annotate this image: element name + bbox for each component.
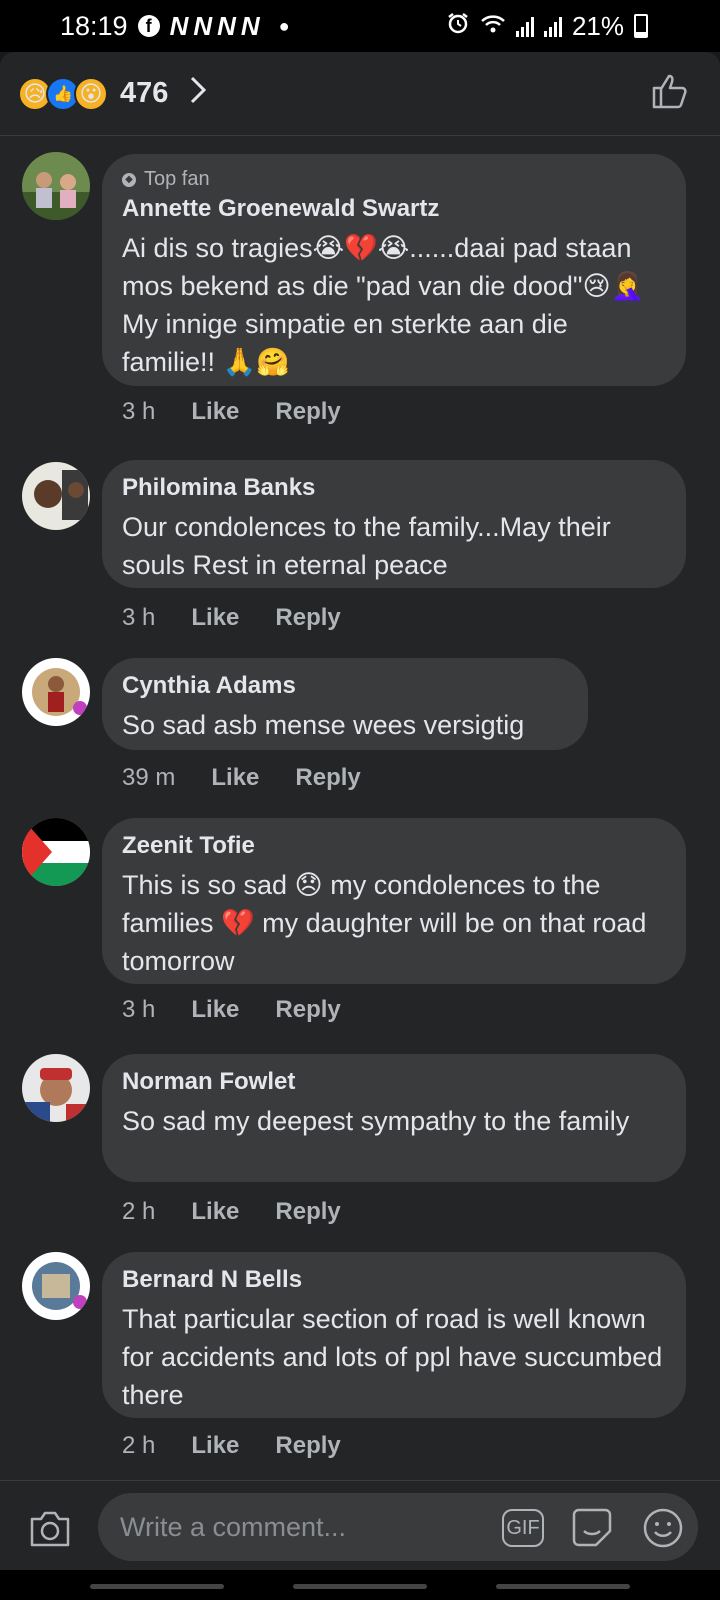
like-button[interactable]: Like [191, 398, 239, 426]
wifi-icon [480, 11, 506, 42]
like-button[interactable]: Like [191, 604, 239, 632]
reaction-count[interactable]: 476 [120, 77, 168, 110]
avatar[interactable] [22, 1252, 90, 1320]
comment-time: 2 h [122, 1198, 156, 1225]
comment-time: 39 m [122, 764, 176, 791]
comment-actions: 3 h Like Reply [122, 398, 341, 426]
comment-bubble[interactable]: Zeenit Tofie This is so sad 😞 my condole… [102, 818, 686, 984]
status-bar: 18:19 f N N N N ● 21% [0, 0, 720, 52]
comment-bubble[interactable]: ◆ Top fan Annette Groenewald Swartz Ai d… [102, 154, 686, 386]
comment-text: So sad my deepest sympathy to the family [122, 1106, 630, 1136]
comment-text: That particular section of road is well … [122, 1304, 663, 1410]
comment-time: 3 h [122, 996, 156, 1023]
commenter-name[interactable]: Norman Fowlet [122, 1068, 666, 1096]
navigation-bar [0, 1570, 720, 1600]
commenter-name[interactable]: Annette Groenewald Swartz [122, 195, 666, 223]
comment-time: 3 h [122, 604, 156, 631]
signal-icon [515, 15, 534, 37]
battery-icon [634, 14, 648, 38]
avatar[interactable] [22, 818, 90, 886]
reply-button[interactable]: Reply [275, 398, 340, 426]
camera-icon[interactable] [28, 1509, 72, 1549]
comment-text: So sad asb mense wees versigtig [122, 710, 525, 740]
battery-percent: 21% [571, 10, 624, 41]
like-button[interactable]: Like [191, 996, 239, 1024]
comment-actions: 3 h Like Reply [122, 604, 341, 632]
notification-n-icon: N [169, 10, 190, 41]
notification-n-icon: N [217, 10, 237, 41]
comment-bubble[interactable]: Philomina Banks Our condolences to the f… [102, 460, 686, 588]
gif-button[interactable]: GIF [502, 1509, 544, 1547]
notification-icons: N N N N [170, 11, 261, 42]
comment-actions: 2 h Like Reply [122, 1432, 341, 1460]
top-fan-badge: ◆ Top fan [122, 168, 666, 191]
comment-text: Ai dis so tragies😭💔😭......daai pad staan… [122, 233, 645, 377]
comment-time: 3 h [122, 398, 156, 425]
like-button[interactable]: Like [191, 1198, 239, 1226]
wow-reaction-icon: 😮 [74, 76, 108, 111]
avatar[interactable] [22, 658, 90, 726]
commenter-name[interactable]: Philomina Banks [122, 474, 666, 502]
back-button[interactable] [496, 1584, 630, 1589]
badge-label: Top fan [144, 168, 210, 190]
avatar[interactable] [22, 462, 90, 530]
signal-icon [543, 15, 562, 37]
like-post-button[interactable] [650, 71, 690, 116]
comment-text: This is so sad 😞 my condolences to the f… [122, 870, 647, 976]
diamond-icon: ◆ [122, 172, 136, 187]
avatar[interactable] [22, 1054, 90, 1122]
facebook-notification-icon: f [137, 15, 160, 37]
reply-button[interactable]: Reply [295, 764, 360, 792]
comment-actions: 2 h Like Reply [122, 1198, 341, 1226]
like-button[interactable]: Like [191, 1432, 239, 1460]
alarm-icon [446, 11, 470, 42]
reply-button[interactable]: Reply [275, 996, 340, 1024]
recent-apps-button[interactable] [90, 1584, 224, 1589]
like-button[interactable]: Like [211, 764, 259, 792]
comment-text: Our condolences to the family...May thei… [122, 512, 611, 580]
comment-actions: 39 m Like Reply [122, 764, 361, 792]
notification-n-icon: N [240, 10, 261, 41]
notification-n-icon: N [193, 10, 214, 41]
comment-bubble[interactable]: Bernard N Bells That particular section … [102, 1252, 686, 1418]
comment-bubble[interactable]: Cynthia Adams So sad asb mense wees vers… [102, 658, 588, 750]
comment-actions: 3 h Like Reply [122, 996, 341, 1024]
commenter-name[interactable]: Cynthia Adams [122, 672, 568, 700]
commenter-name[interactable]: Zeenit Tofie [122, 832, 666, 860]
comment-composer: GIF [0, 1480, 720, 1571]
reply-button[interactable]: Reply [275, 604, 340, 632]
status-time: 18:19 [60, 10, 128, 41]
chevron-right-icon[interactable] [188, 75, 208, 113]
emoji-icon[interactable] [642, 1507, 684, 1549]
home-button[interactable] [293, 1584, 427, 1589]
reply-button[interactable]: Reply [275, 1198, 340, 1226]
comment-time: 2 h [122, 1432, 156, 1459]
reply-button[interactable]: Reply [275, 1432, 340, 1460]
reactions-header[interactable]: 😥 👍 😮 476 [0, 52, 720, 136]
avatar[interactable] [22, 152, 90, 220]
more-notifications-dot-icon: ● [278, 15, 290, 36]
comment-bubble[interactable]: Norman Fowlet So sad my deepest sympathy… [102, 1054, 686, 1182]
sticker-icon[interactable] [570, 1507, 614, 1549]
commenter-name[interactable]: Bernard N Bells [122, 1266, 666, 1294]
